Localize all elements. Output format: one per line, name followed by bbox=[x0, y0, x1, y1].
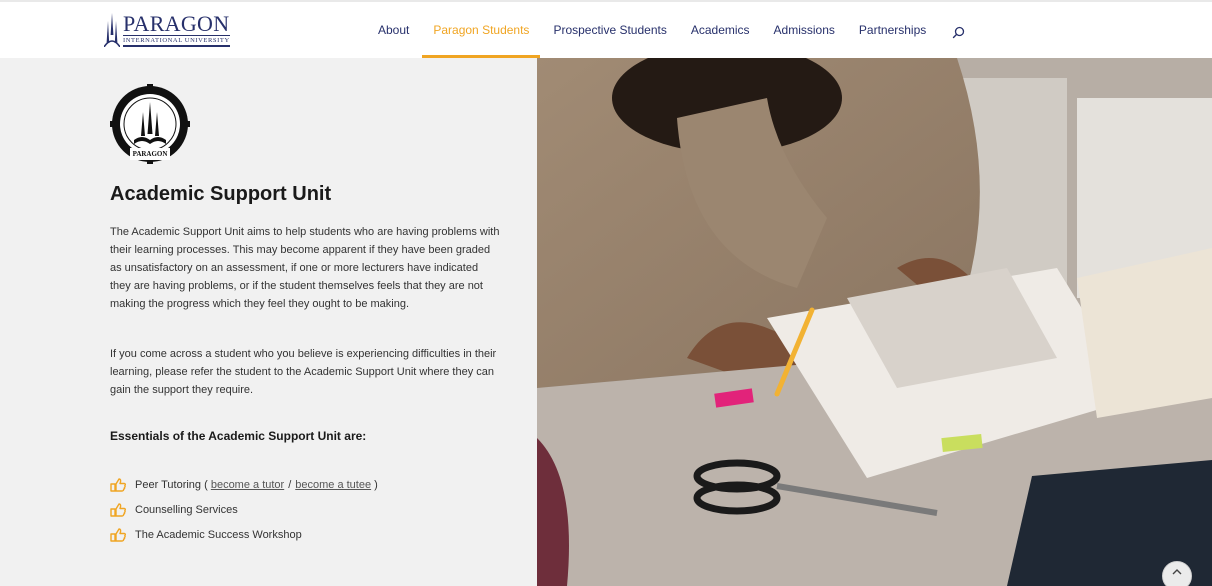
nav-item-about[interactable]: About bbox=[366, 2, 421, 58]
hand-pointing-icon bbox=[110, 477, 126, 492]
referral-paragraph: If you come across a student who you bel… bbox=[110, 348, 497, 396]
photo-illustration bbox=[537, 58, 1212, 586]
paragon-logo[interactable]: PARAGON INTERNATIONAL UNIVERSITY bbox=[104, 10, 230, 47]
chevron-up-icon bbox=[1172, 569, 1182, 575]
become-a-tutor-link[interactable]: become a tutor bbox=[211, 479, 284, 491]
counselling-services-label: Counselling Services bbox=[135, 503, 238, 516]
become-a-tutee-link[interactable]: become a tutee bbox=[295, 479, 371, 491]
link-separator: / bbox=[288, 478, 292, 491]
nav-item-prospective-students[interactable]: Prospective Students bbox=[541, 2, 678, 58]
list-item: Counselling Services bbox=[110, 497, 378, 522]
site-header: PARAGON INTERNATIONAL UNIVERSITY About P… bbox=[0, 0, 1212, 58]
success-workshop-label: The Academic Success Workshop bbox=[135, 528, 302, 541]
nav-item-admissions[interactable]: Admissions bbox=[762, 2, 847, 58]
essentials-heading: Essentials of the Academic Support Unit … bbox=[110, 429, 367, 443]
content-panel: PARAGON Academic Support Unit The Academ… bbox=[0, 58, 537, 586]
paragon-tower-icon bbox=[104, 13, 120, 47]
essentials-list: Peer Tutoring ( become a tutor / become a … bbox=[110, 472, 378, 547]
peer-tutoring-prefix: Peer Tutoring ( bbox=[135, 478, 208, 491]
nav-item-paragon-students[interactable]: Paragon Students bbox=[421, 2, 541, 58]
peer-tutoring-suffix: ) bbox=[374, 478, 378, 491]
list-item: Peer Tutoring ( become a tutor / become a … bbox=[110, 472, 378, 497]
nav-item-academics[interactable]: Academics bbox=[679, 2, 762, 58]
brand-name: PARAGON bbox=[123, 10, 230, 36]
intro-paragraph: The Academic Support Unit aims to help s… bbox=[110, 226, 500, 310]
list-item: The Academic Success Workshop bbox=[110, 522, 378, 547]
hand-pointing-icon bbox=[110, 502, 126, 517]
student-studying-photo bbox=[537, 58, 1212, 586]
hand-pointing-icon bbox=[110, 527, 126, 542]
main-nav: About Paragon Students Prospective Stude… bbox=[366, 2, 938, 58]
nav-item-partnerships[interactable]: Partnerships bbox=[847, 2, 938, 58]
brand-subtitle: INTERNATIONAL UNIVERSITY bbox=[123, 34, 230, 47]
search-icon[interactable] bbox=[952, 26, 965, 39]
scroll-to-top-button[interactable] bbox=[1162, 561, 1192, 586]
academic-support-unit-logo: PARAGON bbox=[110, 84, 190, 164]
unit-logo-brand: PARAGON bbox=[133, 150, 168, 158]
page-title: Academic Support Unit bbox=[110, 183, 332, 205]
